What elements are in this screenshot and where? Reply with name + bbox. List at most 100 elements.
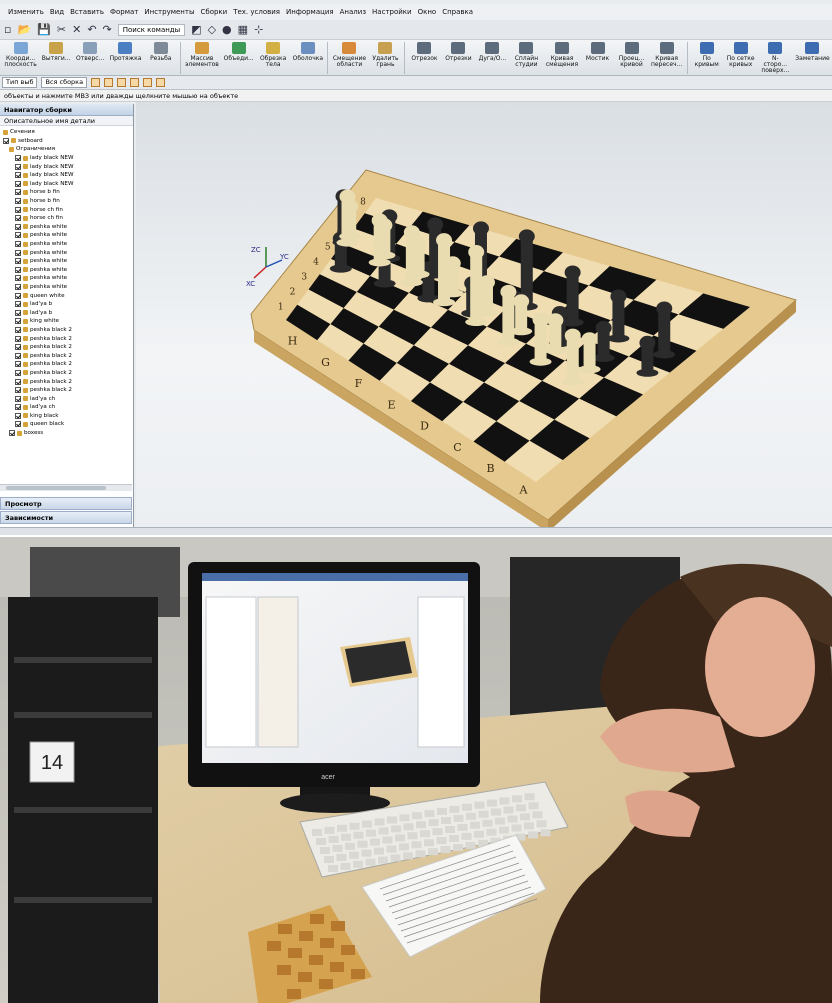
keyboard-key[interactable] [491, 808, 501, 816]
keyboard-key[interactable] [312, 829, 322, 836]
visibility-checkbox[interactable] [15, 172, 21, 179]
visibility-checkbox[interactable] [9, 430, 15, 437]
keyboard-key[interactable] [366, 829, 376, 837]
keyboard-key[interactable] [378, 827, 389, 835]
navigator-row[interactable]: lad'ya b [0, 300, 132, 309]
keyboard-key[interactable] [361, 849, 372, 857]
navigator-row[interactable]: lad'ya b [0, 308, 132, 317]
dependencies-panel-header[interactable]: Зависимости [0, 511, 132, 524]
keyboard-key[interactable] [495, 817, 505, 825]
keyboard-key[interactable] [328, 865, 338, 872]
keyboard-key[interactable] [387, 816, 397, 824]
visibility-checkbox[interactable] [15, 241, 21, 248]
visibility-checkbox[interactable] [15, 421, 21, 428]
layer-icon[interactable]: ▦ [238, 23, 248, 36]
navigator-row[interactable]: peshka white [0, 231, 132, 240]
navigator-row[interactable]: queen white [0, 291, 132, 300]
keyboard-key[interactable] [524, 793, 535, 801]
navigator-row[interactable]: peshka black 2 [0, 334, 132, 343]
keyboard-key[interactable] [370, 838, 380, 846]
keyboard-key[interactable] [474, 801, 485, 809]
ribbon-button[interactable]: Удалить грань [368, 40, 402, 76]
keyboard-key[interactable] [357, 840, 368, 848]
navigator-row[interactable]: peshka black 2 [0, 369, 132, 378]
graphics-viewport[interactable]: HGFEDCBA12345678ZCYCXC [136, 102, 832, 527]
keyboard-key[interactable] [416, 821, 426, 829]
visibility-checkbox[interactable] [15, 301, 21, 308]
visibility-checkbox[interactable] [15, 361, 21, 368]
scope-dropdown[interactable]: Вся сборка [41, 77, 88, 88]
keyboard-key[interactable] [520, 813, 530, 821]
keyboard-key[interactable] [482, 819, 493, 827]
keyboard-key[interactable] [345, 842, 355, 850]
navigator-row[interactable]: peshka white [0, 223, 132, 232]
ribbon-button[interactable]: Оболочка [290, 40, 325, 76]
navigator-row[interactable]: setboard [0, 137, 132, 146]
keyboard-key[interactable] [324, 856, 334, 863]
command-search-input[interactable]: Поиск команды [117, 23, 186, 36]
keyboard-key[interactable] [403, 823, 414, 831]
keyboard-key[interactable] [324, 826, 335, 834]
keyboard-key[interactable] [478, 810, 489, 818]
delete-icon[interactable]: ✕ [72, 23, 81, 36]
ribbon-button[interactable]: Обрезка тела [256, 40, 290, 76]
keyboard-key[interactable] [340, 862, 351, 870]
keyboard-key[interactable] [399, 843, 409, 851]
snap-point-icon[interactable] [91, 78, 101, 87]
keyboard-key[interactable] [486, 828, 497, 836]
navigator-row[interactable]: horse ch fin [0, 205, 132, 214]
ribbon-button[interactable]: Кривая пересеч... [649, 40, 685, 76]
menu-item[interactable]: Настройки [372, 8, 412, 16]
navigator-row[interactable]: lady black NEW [0, 171, 132, 180]
cut-icon[interactable]: ✂ [57, 23, 66, 36]
navigator-row[interactable]: peshka black 2 [0, 377, 132, 386]
visibility-checkbox[interactable] [15, 318, 21, 325]
keyboard-key[interactable] [457, 823, 468, 831]
navigator-row[interactable]: Сечения [0, 128, 132, 137]
keyboard-key[interactable] [424, 810, 435, 818]
navigator-row[interactable]: king white [0, 317, 132, 326]
keyboard-key[interactable] [332, 844, 343, 852]
keyboard-key[interactable] [499, 797, 510, 805]
menu-item[interactable]: Тех. условия [233, 8, 280, 16]
keyboard-key[interactable] [428, 848, 438, 856]
keyboard-key[interactable] [528, 802, 539, 810]
navigator-row[interactable]: horse b fin [0, 188, 132, 197]
keyboard-key[interactable] [536, 820, 547, 828]
keyboard-key[interactable] [320, 847, 330, 854]
navigator-row[interactable]: peshka black 2 [0, 343, 132, 352]
navigator-row[interactable]: boxess [0, 429, 132, 438]
ribbon-button[interactable]: Массив элементов [183, 40, 221, 76]
visibility-checkbox[interactable] [15, 198, 21, 205]
keyboard-key[interactable] [407, 832, 418, 840]
keyboard-key[interactable] [445, 826, 455, 833]
keyboard-key[interactable] [341, 833, 351, 841]
visibility-checkbox[interactable] [15, 163, 21, 170]
preview-panel-header[interactable]: Просмотр [0, 497, 132, 510]
navigator-row[interactable]: peshka white [0, 266, 132, 275]
menu-item[interactable]: Окно [418, 8, 437, 16]
keyboard-key[interactable] [453, 814, 464, 822]
visibility-checkbox[interactable] [15, 352, 21, 359]
scroll-thumb[interactable] [6, 486, 106, 490]
visibility-checkbox[interactable] [15, 335, 21, 342]
navigator-row[interactable]: lad'ya ch [0, 403, 132, 412]
keyboard-key[interactable] [441, 817, 451, 824]
snap-quadrant-icon[interactable] [156, 78, 166, 87]
visibility-checkbox[interactable] [15, 223, 21, 230]
keyboard-key[interactable] [353, 860, 363, 868]
visibility-checkbox[interactable] [15, 249, 21, 256]
ribbon-button[interactable]: Резьба [144, 40, 178, 76]
visibility-checkbox[interactable] [15, 344, 21, 351]
ribbon-button[interactable]: Отверс... [73, 40, 107, 76]
menu-item[interactable]: Инструменты [144, 8, 194, 16]
visibility-checkbox[interactable] [15, 155, 21, 162]
keyboard-key[interactable] [449, 835, 459, 842]
ribbon-button[interactable]: Смещение области [330, 40, 368, 76]
keyboard-key[interactable] [336, 853, 347, 861]
ribbon-button[interactable]: Сплайн студии [509, 40, 543, 76]
visibility-checkbox[interactable] [15, 206, 21, 213]
menu-item[interactable]: Формат [110, 8, 138, 16]
ribbon-button[interactable]: Проец... кривой [615, 40, 649, 76]
menu-item[interactable]: Вставить [70, 8, 104, 16]
